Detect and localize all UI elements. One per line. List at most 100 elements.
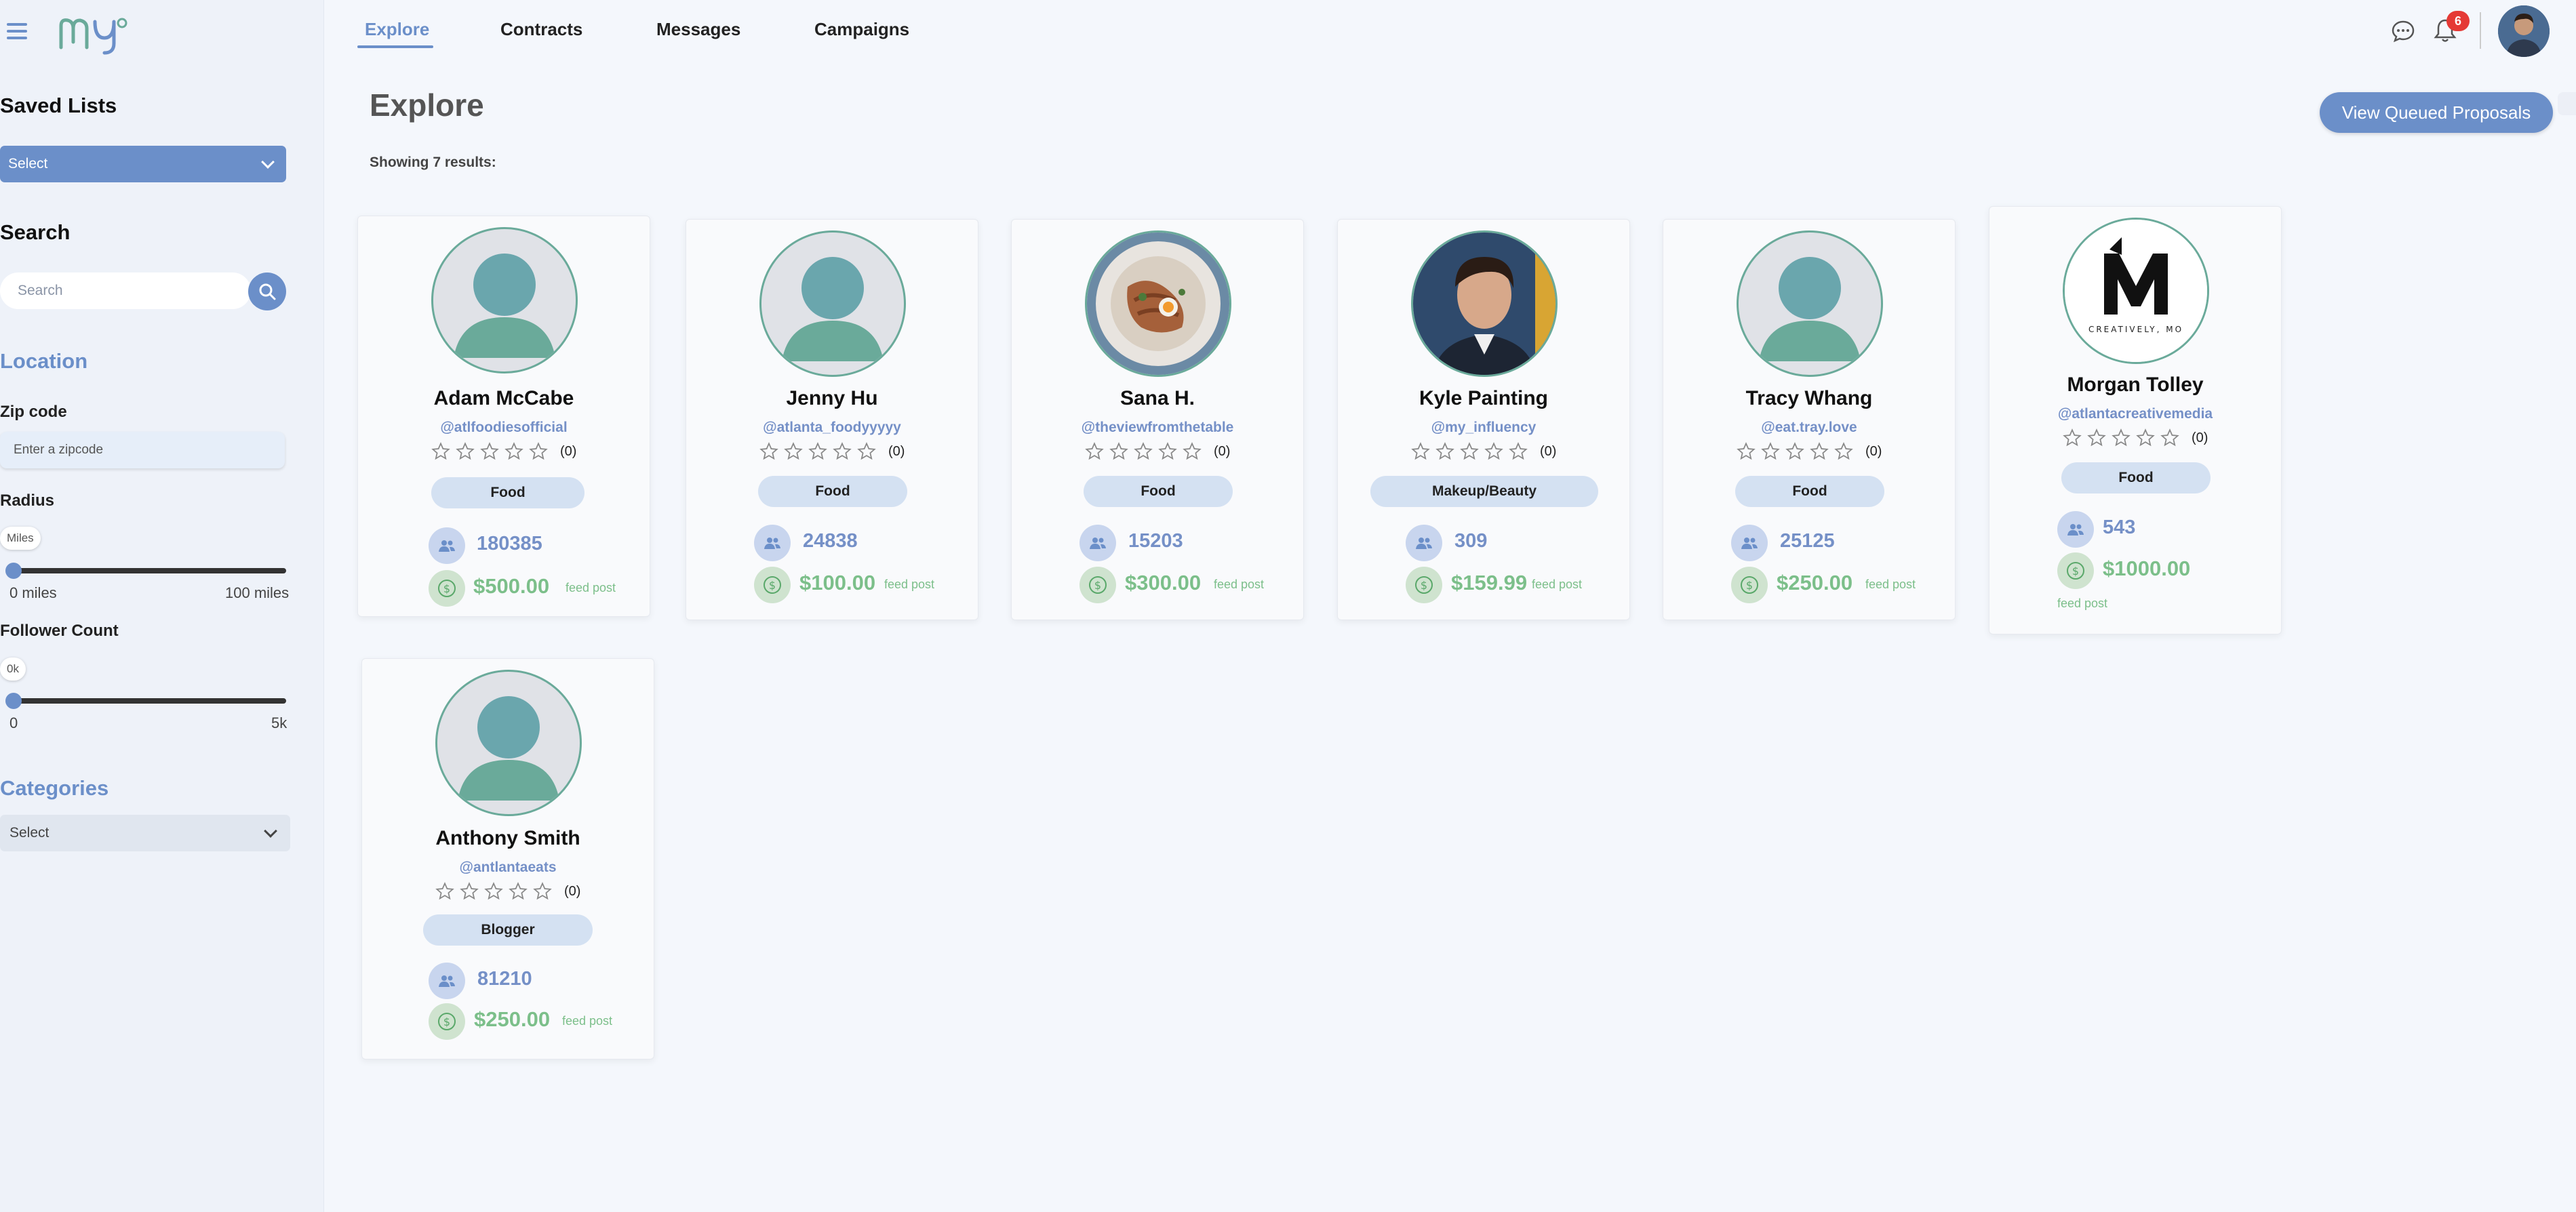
categories-title: Categories: [0, 776, 109, 800]
influencer-name: Anthony Smith: [435, 827, 580, 849]
search-input[interactable]: Search: [0, 272, 251, 309]
influencer-handle[interactable]: @my_influency: [1338, 420, 1629, 436]
rating-count: (0): [2192, 430, 2208, 445]
saved-lists-title: Saved Lists: [0, 94, 117, 117]
influencer-card[interactable]: Jenny Hu @atlanta_foodyyyyy (0) Food 248…: [686, 219, 978, 620]
chevron-down-icon: [264, 824, 277, 838]
influencer-handle[interactable]: @eat.tray.love: [1663, 420, 1955, 436]
saved-lists-select[interactable]: Select: [0, 146, 286, 182]
dollar-icon: $: [1731, 567, 1768, 603]
radius-slider-track[interactable]: [9, 568, 286, 573]
influencer-card[interactable]: CREATIVELY, MO Morgan Tolley @atlantacre…: [1989, 206, 2282, 634]
followers-icon: [1731, 525, 1768, 561]
tab-contracts[interactable]: Contracts: [500, 19, 582, 40]
follower-count: 24838: [803, 530, 858, 552]
influencer-handle[interactable]: @atlfoodiesofficial: [358, 420, 650, 436]
follower-count: 15203: [1128, 530, 1183, 552]
tab-messages[interactable]: Messages: [656, 19, 740, 40]
menu-icon[interactable]: [7, 20, 28, 42]
tab-campaigns[interactable]: Campaigns: [814, 19, 909, 40]
influencer-card[interactable]: Tracy Whang @eat.tray.love (0) Food 2512…: [1663, 219, 1956, 620]
rating-stars[interactable]: (0): [1085, 442, 1230, 461]
zip-code-placeholder: Enter a zipcode: [14, 443, 104, 457]
food-photo-icon: [1085, 230, 1231, 377]
influencer-card[interactable]: Anthony Smith @antlantaeats (0) Blogger …: [361, 658, 654, 1059]
star-icon: [1810, 442, 1829, 460]
follower-slider-knob[interactable]: [5, 693, 22, 709]
influencer-card[interactable]: Sana H. @theviewfromthetable (0) Food 15…: [1011, 219, 1304, 620]
search-button[interactable]: [248, 272, 286, 310]
star-icon: [1785, 442, 1804, 460]
rating-stars[interactable]: (0): [435, 882, 580, 901]
tab-explore[interactable]: Explore: [365, 19, 429, 40]
results-count: Showing 7 results:: [370, 155, 496, 170]
radius-min-label: 0 miles: [9, 584, 57, 601]
page-title: Explore: [370, 87, 484, 123]
influencer-handle[interactable]: @theviewfromthetable: [1012, 420, 1303, 436]
followers-icon: [1406, 525, 1442, 561]
follower-count-tooltip: 0k: [0, 658, 26, 681]
influencer-name: Jenny Hu: [786, 387, 878, 409]
rating-stars[interactable]: (0): [759, 442, 905, 461]
categories-select-value: Select: [9, 825, 49, 841]
star-icon: [1183, 442, 1202, 460]
star-icon: [1435, 442, 1454, 460]
category-badge: Food: [758, 476, 907, 507]
search-icon: [259, 283, 276, 300]
notification-badge: 6: [2446, 11, 2470, 31]
star-icon: [509, 882, 528, 900]
influencer-handle[interactable]: @atlantacreativemedia: [1989, 406, 2281, 422]
svg-text:$: $: [1746, 579, 1753, 592]
influencer-handle[interactable]: @atlanta_foodyyyyy: [686, 420, 978, 436]
location-title: Location: [0, 349, 88, 373]
followers-icon: [1079, 525, 1116, 561]
chat-icon[interactable]: [2391, 19, 2415, 43]
price-label: feed post: [1532, 578, 1583, 591]
rating-stars[interactable]: (0): [431, 442, 576, 461]
influencer-card[interactable]: Kyle Painting @my_influency (0) Makeup/B…: [1337, 219, 1630, 620]
view-queued-proposals-button[interactable]: View Queued Proposals: [2320, 92, 2553, 133]
follower-min-label: 0: [9, 714, 18, 731]
star-icon: [1460, 442, 1479, 460]
radius-slider-knob[interactable]: [5, 563, 22, 579]
dollar-icon: $: [429, 570, 465, 607]
default-avatar-icon: [435, 670, 582, 816]
radius-label: Radius: [0, 491, 55, 510]
rating-stars[interactable]: (0): [1737, 442, 1882, 461]
default-avatar-icon: [759, 230, 906, 377]
side-drawer-handle[interactable]: [2558, 92, 2576, 115]
star-icon: [1134, 442, 1153, 460]
rating-count: (0): [1865, 443, 1882, 459]
brand-logo-text: CREATIVELY, MO: [2088, 325, 2183, 334]
price: $500.00: [473, 574, 550, 598]
price: $250.00: [1777, 571, 1853, 594]
follower-slider-track[interactable]: [9, 698, 286, 704]
price: $1000.00: [2103, 557, 2191, 580]
star-icon: [2087, 428, 2106, 447]
saved-lists-select-value: Select: [8, 156, 48, 171]
rating-count: (0): [1214, 443, 1231, 459]
rating-count: (0): [1540, 443, 1557, 459]
price-label: feed post: [1865, 578, 1916, 591]
rating-stars[interactable]: (0): [2063, 428, 2208, 447]
price: $250.00: [474, 1007, 551, 1031]
star-icon: [456, 442, 475, 460]
logo[interactable]: [57, 12, 132, 56]
dollar-icon: $: [429, 1003, 465, 1040]
influencer-handle[interactable]: @antlantaeats: [362, 860, 654, 876]
categories-select[interactable]: Select: [0, 815, 290, 851]
rating-stars[interactable]: (0): [1411, 442, 1556, 461]
star-icon: [1834, 442, 1853, 460]
price-label: feed post: [1214, 578, 1265, 591]
zip-code-label: Zip code: [0, 403, 67, 421]
influencer-card[interactable]: Adam McCabe @atlfoodiesofficial (0) Food…: [357, 216, 650, 617]
brand-logo-icon: CREATIVELY, MO: [2063, 218, 2209, 364]
person-photo-icon: [2498, 5, 2550, 57]
user-avatar[interactable]: [2498, 5, 2550, 57]
zip-code-input[interactable]: Enter a zipcode: [0, 432, 285, 468]
star-icon: [1109, 442, 1128, 460]
category-badge: Food: [431, 477, 584, 508]
star-icon: [857, 442, 876, 460]
price-label: feed post: [2057, 597, 2108, 610]
star-icon: [480, 442, 499, 460]
